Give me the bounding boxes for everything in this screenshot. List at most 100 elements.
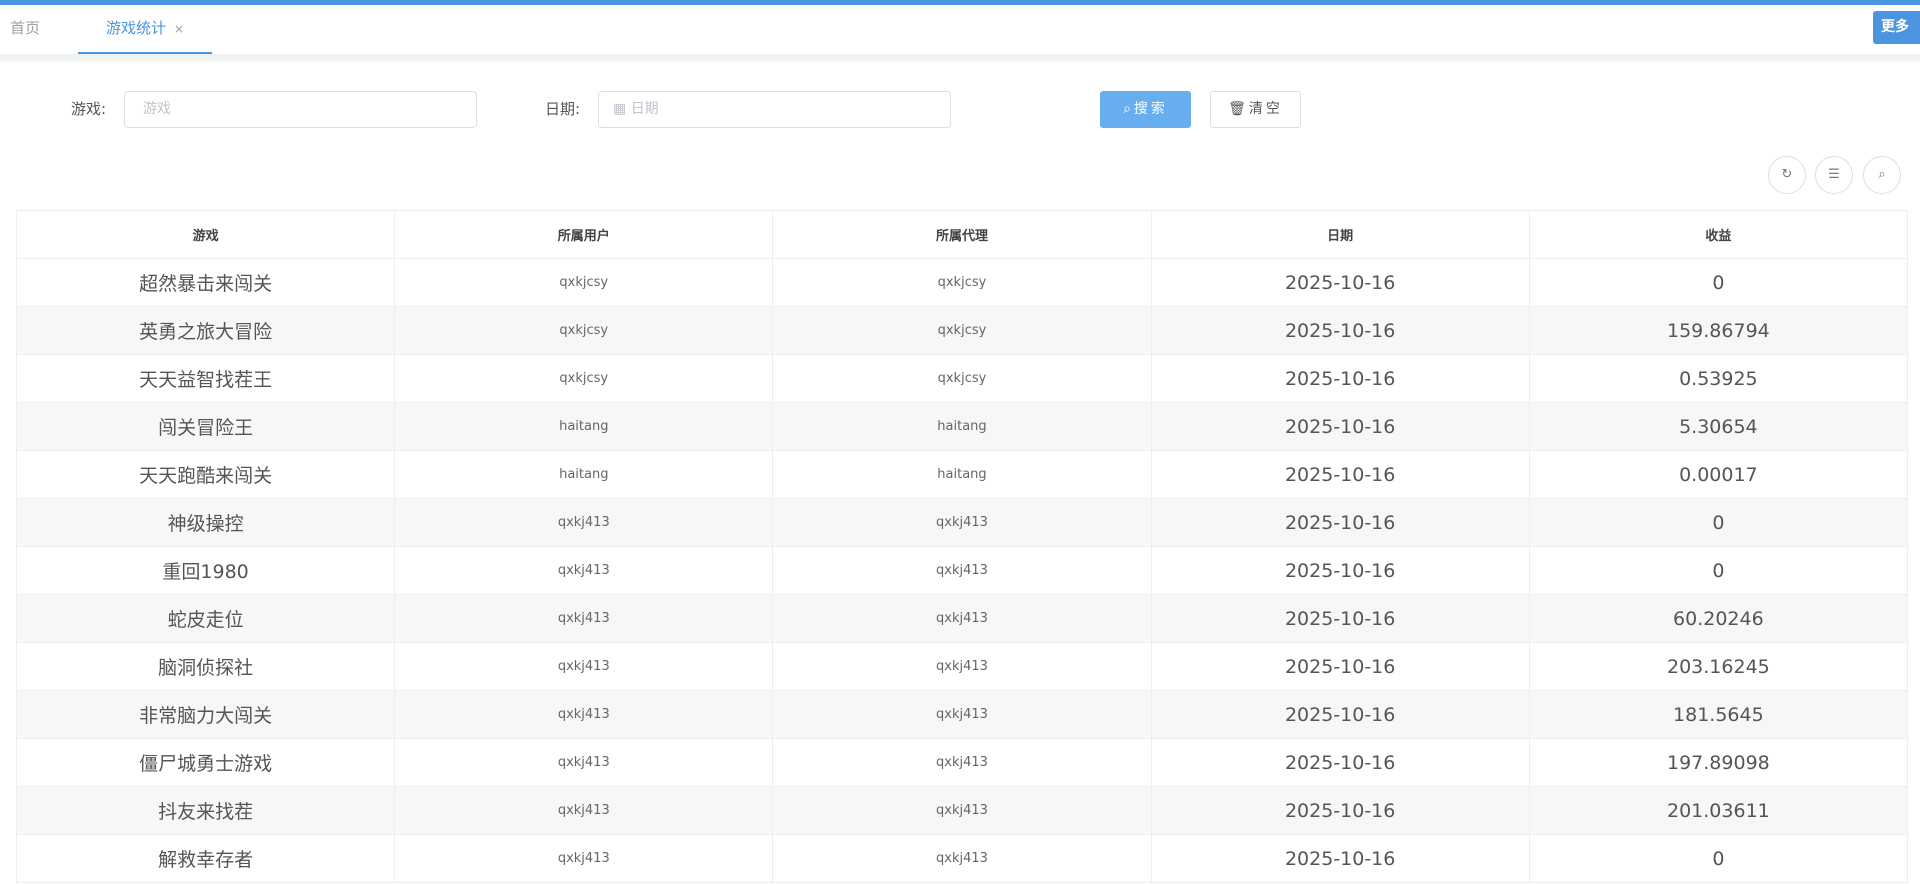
table-row[interactable]: 天天跑酷来闯关 haitang haitang 2025-10-16 0.00017 [15, 450, 1909, 499]
table-cell: 2025-10-16 [1150, 498, 1530, 547]
column-header: 所属用户 [394, 210, 774, 259]
refresh-icon[interactable]: ↻ [1768, 156, 1806, 194]
table-cell: 0 [1528, 498, 1909, 547]
table-cell: qxkj413 [772, 834, 1152, 883]
tab-bar: 首页 游戏统计 × 更多 [0, 5, 1920, 54]
table-cell: 2025-10-16 [1150, 450, 1530, 499]
table-row[interactable]: 非常脑力大闯关 qxkj413 qxkj413 2025-10-16 181.5645 [15, 690, 1909, 739]
date-label: 日期: [545, 100, 581, 118]
more-button[interactable]: 更多 [1873, 11, 1920, 44]
table-cell: 60.20246 [1528, 594, 1909, 643]
table-cell: qxkj413 [772, 642, 1152, 691]
table-cell: qxkj413 [772, 786, 1152, 835]
table-cell: 181.5645 [1528, 690, 1909, 739]
table-cell: 非常脑力大闯关 [15, 690, 396, 739]
columns-settings-icon[interactable]: ☰ [1815, 156, 1853, 194]
table-cell: 0.00017 [1528, 450, 1909, 499]
table-cell: 脑洞侦探社 [15, 642, 396, 691]
table-row[interactable]: 抖友来找茬 qxkj413 qxkj413 2025-10-16 201.03611 [15, 786, 1909, 835]
table-row[interactable]: 超然暴击来闯关 qxkjcsy qxkjcsy 2025-10-16 0 [15, 258, 1909, 307]
table-cell: 2025-10-16 [1150, 258, 1530, 307]
search-icon: ⌕ [1123, 101, 1134, 117]
table-cell: qxkj413 [772, 690, 1152, 739]
table-row[interactable]: 神级操控 qxkj413 qxkj413 2025-10-16 0 [15, 498, 1909, 547]
table-cell: qxkjcsy [772, 306, 1152, 355]
table-cell: 超然暴击来闯关 [15, 258, 396, 307]
table-cell: 5.30654 [1528, 402, 1909, 451]
table-row[interactable]: 僵尸城勇士游戏 qxkj413 qxkj413 2025-10-16 197.89098 [15, 738, 1909, 787]
table-cell: qxkj413 [394, 498, 774, 547]
table-cell: qxkjcsy [394, 258, 774, 307]
table-cell: 天天跑酷来闯关 [15, 450, 396, 499]
table-cell: 0 [1528, 258, 1909, 307]
table-cell: haitang [394, 402, 774, 451]
table-cell: qxkjcsy [394, 354, 774, 403]
table-row[interactable]: 解救幸存者 qxkj413 qxkj413 2025-10-16 0 [15, 834, 1909, 883]
table-cell: 2025-10-16 [1150, 594, 1530, 643]
table-row[interactable]: 蛇皮走位 qxkj413 qxkj413 2025-10-16 60.20246 [15, 594, 1909, 643]
table-cell: 2025-10-16 [1150, 354, 1530, 403]
table-cell: haitang [772, 402, 1152, 451]
date-input[interactable]: ▦ 日期 [598, 91, 951, 128]
tab-game-stats[interactable]: 游戏统计 × [78, 5, 212, 54]
table-cell: qxkjcsy [772, 258, 1152, 307]
table-cell: qxkj413 [394, 642, 774, 691]
table-cell: 0 [1528, 834, 1909, 883]
table-cell: 僵尸城勇士游戏 [15, 738, 396, 787]
table-cell: 天天益智找茬王 [15, 354, 396, 403]
table-cell: qxkj413 [394, 834, 774, 883]
table-cell: 蛇皮走位 [15, 594, 396, 643]
table-cell: haitang [772, 450, 1152, 499]
toggle-search-icon[interactable]: ⌕ [1863, 156, 1901, 194]
table-cell: qxkj413 [394, 786, 774, 835]
clear-label: 清空 [1248, 101, 1283, 117]
table-cell: 闯关冒险王 [15, 402, 396, 451]
table-cell: qxkj413 [394, 738, 774, 787]
search-button[interactable]: ⌕搜索 [1100, 91, 1191, 128]
trash-icon: 🗑 [1228, 101, 1249, 117]
table-cell: 197.89098 [1528, 738, 1909, 787]
table-cell: 2025-10-16 [1150, 402, 1530, 451]
table-cell: 0.53925 [1528, 354, 1909, 403]
table-cell: 2025-10-16 [1150, 786, 1530, 835]
table-cell: 159.86794 [1528, 306, 1909, 355]
table-row[interactable]: 英勇之旅大冒险 qxkjcsy qxkjcsy 2025-10-16 159.86794 [15, 306, 1909, 355]
table-cell: qxkj413 [772, 546, 1152, 595]
column-header: 收益 [1528, 210, 1909, 259]
table-cell: qxkj413 [394, 690, 774, 739]
table-row[interactable]: 天天益智找茬王 qxkjcsy qxkjcsy 2025-10-16 0.53925 [15, 354, 1909, 403]
table-cell: 重回1980 [15, 546, 396, 595]
table-cell: qxkj413 [394, 546, 774, 595]
table-cell: 2025-10-16 [1150, 642, 1530, 691]
close-icon[interactable]: × [174, 22, 184, 36]
tab-home[interactable]: 首页 [10, 5, 40, 54]
table-cell: qxkj413 [394, 594, 774, 643]
table-cell: 203.16245 [1528, 642, 1909, 691]
table-cell: qxkj413 [772, 738, 1152, 787]
table-cell: qxkjcsy [394, 306, 774, 355]
table-cell: 2025-10-16 [1150, 834, 1530, 883]
table-cell: 解救幸存者 [15, 834, 396, 883]
table-cell: 2025-10-16 [1150, 306, 1530, 355]
date-placeholder: 日期 [630, 101, 659, 117]
column-header: 日期 [1150, 210, 1530, 259]
table-row[interactable]: 闯关冒险王 haitang haitang 2025-10-16 5.30654 [15, 402, 1909, 451]
table-cell: qxkj413 [772, 594, 1152, 643]
column-header: 所属代理 [772, 210, 1152, 259]
table-row[interactable]: 脑洞侦探社 qxkj413 qxkj413 2025-10-16 203.16245 [15, 642, 1909, 691]
search-label: 搜索 [1133, 101, 1168, 117]
table-cell: 0 [1528, 546, 1909, 595]
clear-button[interactable]: 🗑清空 [1210, 91, 1301, 128]
table-cell: 神级操控 [15, 498, 396, 547]
table-cell: 2025-10-16 [1150, 690, 1530, 739]
column-header: 游戏 [15, 210, 396, 259]
table-cell: 2025-10-16 [1150, 738, 1530, 787]
table-cell: haitang [394, 450, 774, 499]
table-cell: 英勇之旅大冒险 [15, 306, 396, 355]
tab-label: 游戏统计 [105, 19, 166, 37]
divider [0, 54, 1920, 62]
table-cell: qxkjcsy [772, 354, 1152, 403]
table-row[interactable]: 重回1980 qxkj413 qxkj413 2025-10-16 0 [15, 546, 1909, 595]
game-input[interactable]: 游戏 [124, 91, 477, 128]
stats-table: 游戏 所属用户 所属代理 日期 收益 超然暴击来闯关 qxkjcsy qxkjcsy 2025… [15, 210, 1909, 883]
